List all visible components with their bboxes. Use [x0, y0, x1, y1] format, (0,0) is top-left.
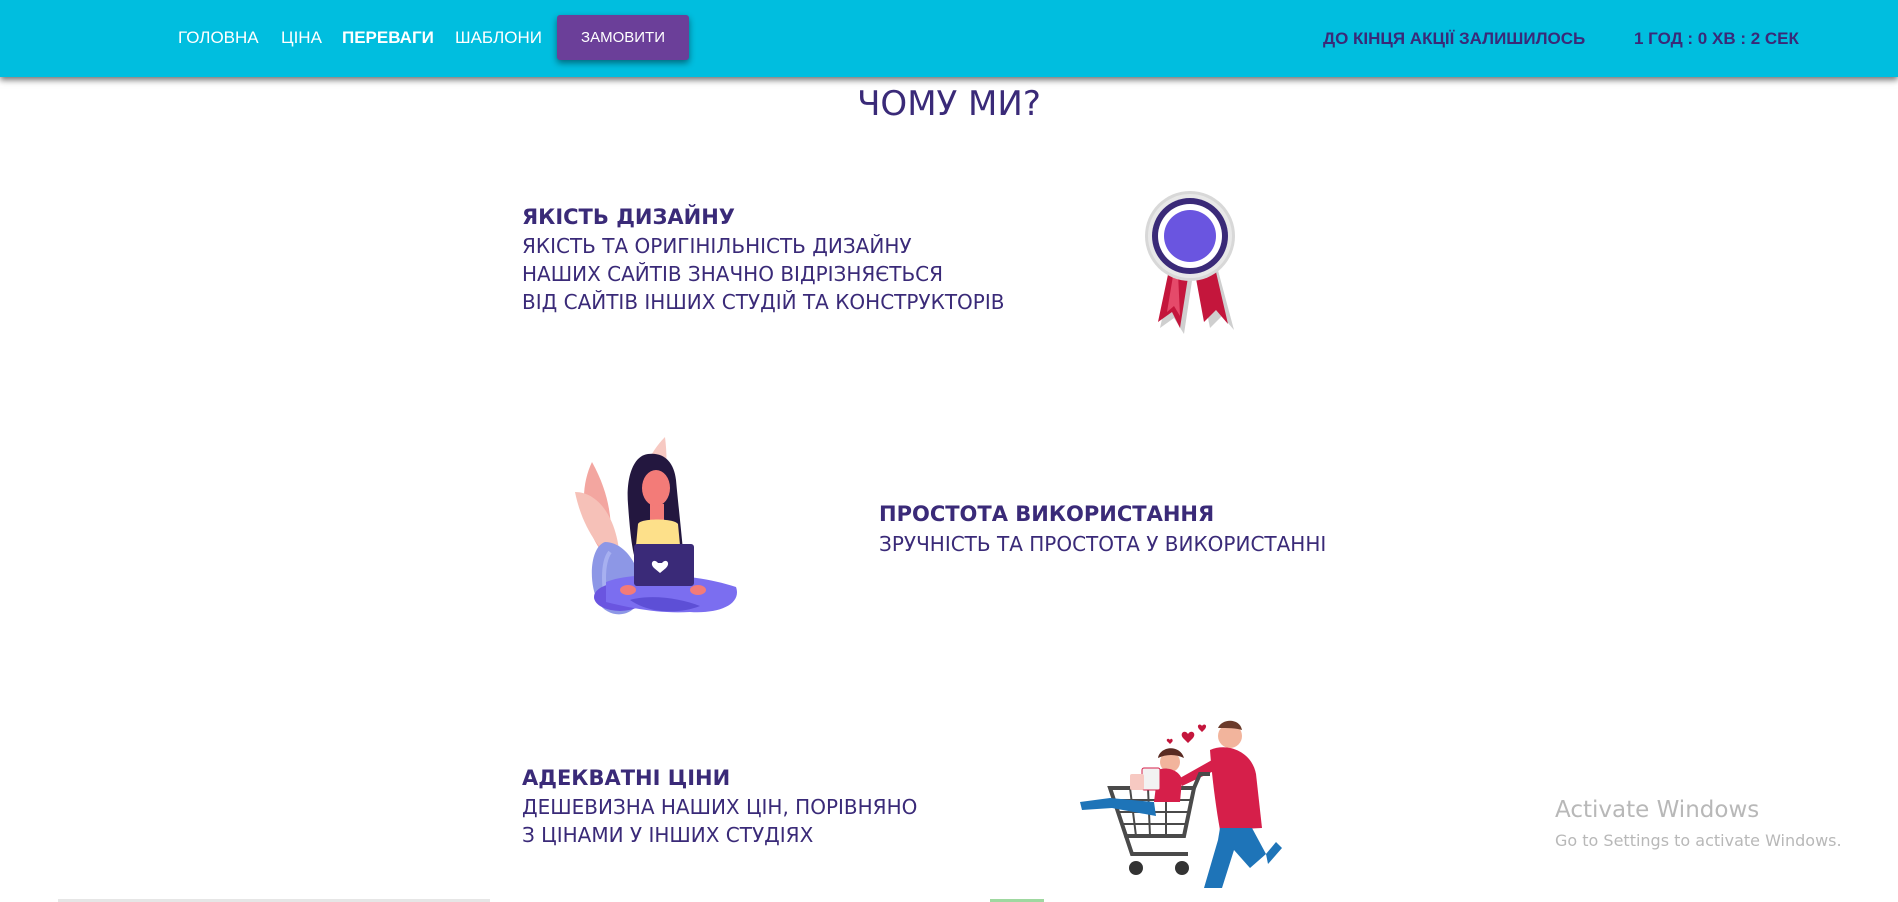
award-rosette-icon	[1145, 191, 1235, 334]
couple-shopping-cart-illustration	[1080, 720, 1282, 888]
feature-text-line: ДЕШЕВИЗНА НАШИХ ЦІН, ПОРІВНЯНО	[522, 795, 918, 819]
feature-heading-fair-prices: АДЕКВАТНІ ЦІНИ	[522, 766, 731, 790]
countdown-label: ДО КІНЦЯ АКЦІЇ ЗАЛИШИЛОСЬ	[1323, 29, 1586, 48]
activation-watermark-subtitle: Go to Settings to activate Windows.	[1555, 831, 1842, 850]
activation-watermark-title: Activate Windows	[1555, 797, 1760, 823]
countdown-timer: 1 ГОД : 0 ХВ : 2 СЕК	[1634, 29, 1799, 48]
section-title: ЧОМУ МИ?	[857, 84, 1041, 124]
feature-text-line: З ЦІНАМИ У ІНШИХ СТУДІЯХ	[522, 823, 814, 847]
feature-text-line: НАШИХ САЙТІВ ЗНАЧНО ВІДРІЗНЯЄТЬСЯ	[522, 262, 944, 286]
top-navigation-bar: ГОЛОВНА ЦІНА ПЕРЕВАГИ ШАБЛОНИ ЗАМОВИТИ Д…	[0, 0, 1898, 77]
feature-text-line: ЗРУЧНІСТЬ ТА ПРОСТОТА У ВИКОРИСТАННІ	[879, 532, 1327, 556]
feature-text-line: ЯКІСТЬ ТА ОРИГІНІЛЬНІСТЬ ДИЗАЙНУ	[522, 234, 912, 258]
feature-heading-design-quality: ЯКІСТЬ ДИЗАЙНУ	[522, 205, 735, 229]
order-button[interactable]: ЗАМОВИТИ	[557, 15, 689, 60]
nav-link-advantages[interactable]: ПЕРЕВАГИ	[342, 28, 434, 48]
nav-link-home[interactable]: ГОЛОВНА	[178, 28, 259, 48]
feature-heading-ease-of-use: ПРОСТОТА ВИКОРИСТАННЯ	[879, 502, 1215, 526]
woman-with-laptop-illustration	[575, 437, 737, 615]
nav-link-templates[interactable]: ШАБЛОНИ	[455, 28, 542, 48]
nav-link-price[interactable]: ЦІНА	[281, 28, 322, 48]
feature-text-line: ВІД САЙТІВ ІНШИХ СТУДІЙ ТА КОНСТРУКТОРІВ	[522, 290, 1005, 314]
